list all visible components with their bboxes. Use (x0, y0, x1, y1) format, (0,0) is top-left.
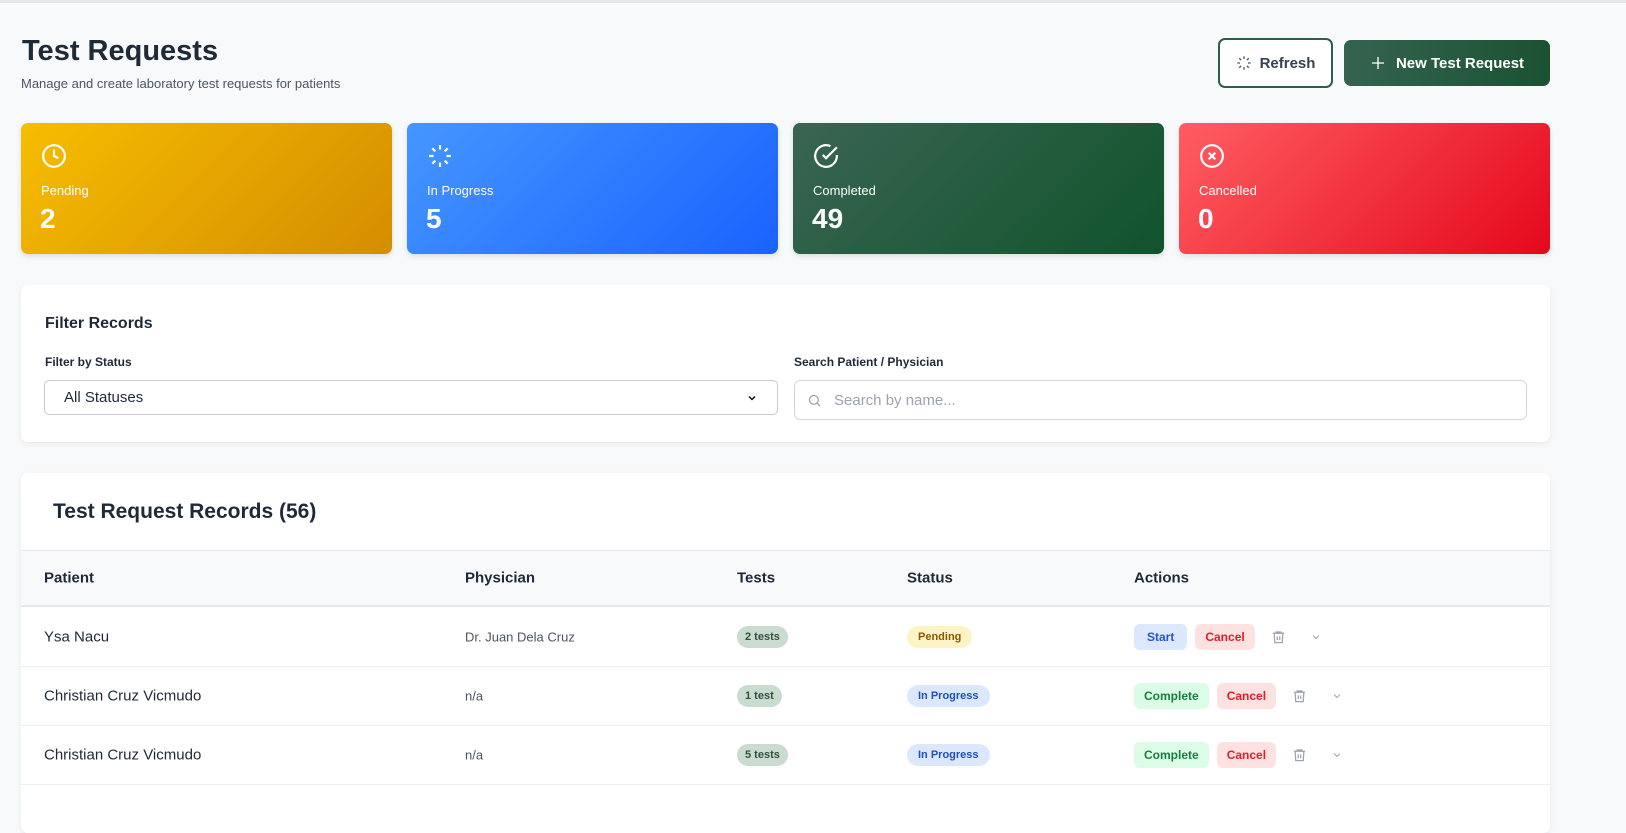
patient-name: Christian Cruz Vicmudo (44, 746, 202, 764)
tests-badge: 2 tests (737, 626, 788, 648)
header-status: Status (907, 569, 953, 587)
cancel-button[interactable]: Cancel (1195, 624, 1255, 650)
start-button[interactable]: Start (1134, 624, 1188, 650)
header-tests: Tests (737, 569, 776, 587)
search-icon (808, 394, 821, 407)
loader-icon (429, 145, 451, 167)
new-test-request-button[interactable]: New Test Request (1344, 40, 1550, 86)
header-physician: Physician (465, 569, 536, 587)
header-patient: Patient (44, 569, 95, 587)
chevron-down-icon[interactable] (1331, 690, 1343, 702)
stat-card-cancelled: Cancelled 0 (1179, 123, 1550, 254)
header-actions: Actions (1134, 569, 1190, 587)
trash-icon[interactable] (1292, 747, 1307, 763)
status-badge: Pending (907, 626, 973, 648)
plus-icon (1371, 57, 1384, 69)
status-filter-label: Filter by Status (45, 355, 132, 369)
trash-icon[interactable] (1271, 629, 1286, 645)
search-placeholder: Search by name... (834, 391, 956, 409)
stat-value: 5 (426, 203, 442, 234)
status-select[interactable]: All Statuses (44, 380, 778, 415)
cancel-button[interactable]: Cancel (1216, 683, 1277, 709)
row-actions: Complete Cancel (1134, 683, 1343, 709)
chevron-down-icon (748, 395, 756, 401)
trash-icon[interactable] (1292, 688, 1307, 704)
search-label: Search Patient / Physician (794, 355, 944, 369)
stat-card-in-progress: In Progress 5 (407, 123, 778, 254)
chevron-down-icon[interactable] (1331, 749, 1343, 761)
complete-button[interactable]: Complete (1134, 742, 1209, 768)
table-row: Ysa Nacu Dr. Juan Dela Cruz 2 tests Pend… (21, 608, 1550, 667)
tests-badge: 1 test (737, 685, 782, 707)
status-badge: In Progress (907, 744, 990, 766)
stat-label: Completed (813, 183, 876, 198)
refresh-label: Refresh (1259, 54, 1316, 72)
physician-name: Dr. Juan Dela Cruz (465, 629, 575, 645)
row-actions: Start Cancel (1134, 624, 1322, 650)
chevron-down-icon[interactable] (1310, 631, 1322, 643)
page-subtitle: Manage and create laboratory test reques… (21, 76, 341, 91)
physician-name: n/a (465, 747, 484, 763)
stat-value: 2 (40, 203, 56, 234)
stat-card-pending: Pending 2 (21, 123, 392, 254)
new-label: New Test Request (1395, 54, 1525, 72)
table-title: Test Request Records (56) (53, 500, 317, 523)
x-circle-icon (1200, 144, 1224, 168)
stat-value: 49 (812, 203, 844, 234)
complete-button[interactable]: Complete (1134, 683, 1209, 709)
tests-badge: 5 tests (737, 744, 788, 766)
table-header: Patient Physician Tests Status Actions (21, 550, 1550, 607)
search-input[interactable]: Search by name... (794, 380, 1527, 420)
stat-label: Cancelled (1199, 183, 1257, 198)
patient-name: Christian Cruz Vicmudo (44, 687, 202, 705)
table-row: Christian Cruz Vicmudo n/a 1 test In Pro… (21, 667, 1550, 726)
check-circle-icon (814, 144, 838, 168)
table-row: Christian Cruz Vicmudo n/a 5 tests In Pr… (21, 726, 1550, 785)
filter-panel: Filter Records Filter by Status Search P… (21, 285, 1550, 442)
filter-title: Filter Records (45, 315, 153, 332)
status-select-value: All Statuses (64, 389, 144, 406)
patient-name: Ysa Nacu (44, 628, 110, 646)
stat-label: In Progress (427, 183, 494, 198)
refresh-button[interactable]: Refresh (1218, 38, 1333, 88)
physician-name: n/a (465, 688, 484, 704)
records-table: Test Request Records (56) Patient Physic… (21, 473, 1550, 833)
page-title: Test Requests (22, 35, 219, 67)
stat-card-completed: Completed 49 (793, 123, 1164, 254)
loader-icon (1236, 56, 1251, 70)
status-badge: In Progress (907, 685, 990, 707)
stat-label: Pending (41, 183, 89, 198)
stat-value: 0 (1198, 203, 1214, 234)
clock-icon (42, 144, 66, 168)
cancel-button[interactable]: Cancel (1216, 742, 1277, 768)
row-actions: Complete Cancel (1134, 742, 1343, 768)
